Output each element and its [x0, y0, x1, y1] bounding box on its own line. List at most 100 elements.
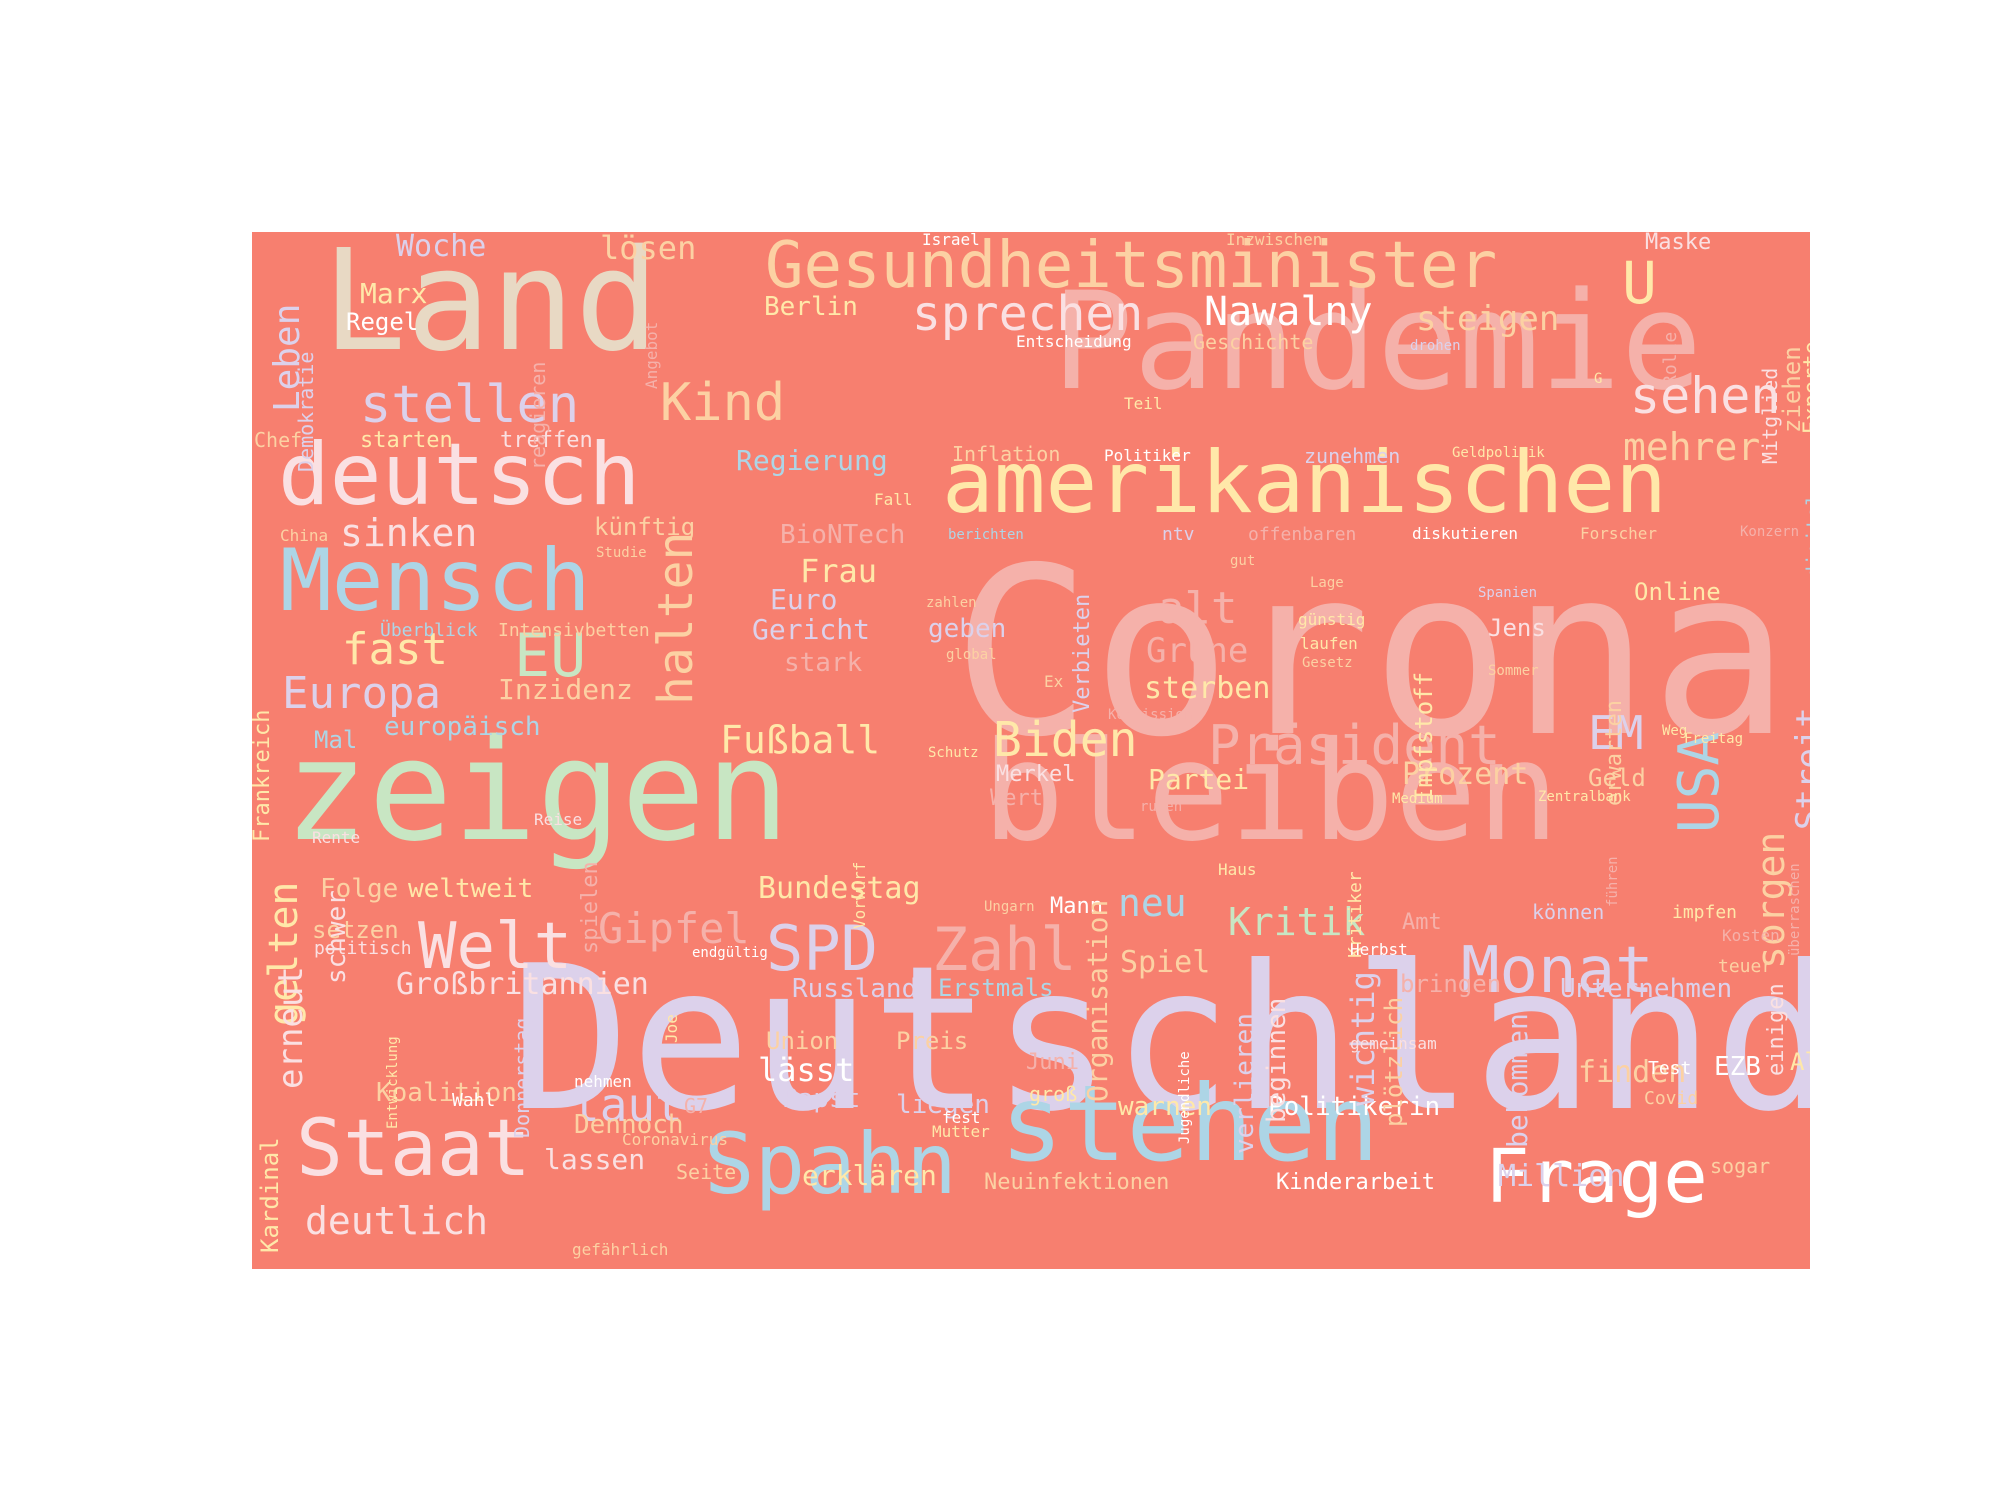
word-cloud-word: digital	[1802, 493, 1810, 578]
word-cloud-word: Woche	[396, 232, 487, 264]
word-cloud-word: Frankreich	[252, 709, 275, 842]
word-cloud-word: erklären	[802, 1159, 937, 1192]
word-cloud-word: Ex	[1044, 672, 1064, 691]
word-cloud-word: Geschichte	[1193, 330, 1314, 354]
word-cloud-word: Online	[1634, 578, 1721, 606]
word-cloud-word: G7	[684, 1094, 709, 1118]
word-cloud-word: erneut	[271, 966, 311, 1090]
word-cloud-word: günstig	[1298, 610, 1366, 629]
word-cloud-word: lösen	[600, 232, 697, 267]
word-cloud-word: sogar	[1710, 1154, 1771, 1178]
word-cloud-word: Entscheidung	[1016, 332, 1132, 351]
word-cloud-word: Inzwischen	[1226, 232, 1323, 249]
word-cloud-word: Kosten	[1722, 926, 1780, 945]
word-cloud-word: sinken	[340, 511, 478, 555]
word-cloud-word: Maske	[1645, 232, 1712, 255]
word-cloud-word: Demokratie	[294, 351, 318, 472]
word-cloud-word: Euro	[770, 583, 838, 616]
word-cloud-word: Inflation	[952, 442, 1061, 466]
word-cloud-word: Rente	[312, 828, 361, 847]
word-cloud-word: beginnen	[1262, 997, 1292, 1123]
word-cloud-word: Russland	[792, 974, 918, 1004]
word-cloud-word: lassen	[544, 1143, 646, 1176]
word-cloud-word: Seite	[676, 1160, 737, 1184]
word-cloud-word: schwer	[322, 889, 352, 984]
word-cloud-word: impfen	[1672, 902, 1738, 923]
word-cloud-word: Kommission	[1108, 707, 1193, 723]
word-cloud-word: Geldpolitik	[1452, 445, 1545, 461]
word-cloud-word: Schutz	[928, 745, 979, 761]
word-cloud-word: Merkel	[996, 762, 1076, 787]
word-cloud-word: Ungarn	[984, 899, 1035, 915]
word-cloud-word: Mutter	[932, 1122, 990, 1141]
word-cloud-word: Entwicklung	[385, 1036, 401, 1130]
word-cloud-word: Grüne	[1146, 631, 1249, 671]
word-cloud-word: Covid	[1644, 1088, 1699, 1109]
word-cloud-word: Organisation	[1081, 899, 1114, 1102]
word-cloud-word: Konzern	[1740, 524, 1800, 540]
word-cloud-word: Partei	[1148, 763, 1250, 796]
word-cloud: Corona Deutschland Pandemie bleiben zeigen La…	[252, 232, 1810, 1269]
word-cloud-word: Papst	[782, 1084, 861, 1114]
word-cloud-word: bekommen	[1501, 1013, 1534, 1149]
word-cloud-word: Gesetz	[1302, 655, 1353, 671]
word-cloud-word: Coronavirus	[622, 1130, 728, 1149]
word-cloud-word: Wahl	[452, 1090, 496, 1111]
word-cloud-word: Test	[1648, 1058, 1692, 1079]
word-cloud-word: Experte	[1800, 341, 1810, 435]
word-cloud-word: Inzidenz	[498, 673, 633, 706]
word-cloud-word: Israel	[922, 232, 980, 249]
word-cloud-word: Gericht	[752, 613, 871, 646]
word-cloud-word: Haus	[1218, 860, 1257, 879]
word-cloud-word: ntv	[1162, 524, 1195, 545]
word-cloud-word: mehrer	[1623, 425, 1761, 469]
word-cloud-word: Mitglied	[1758, 367, 1782, 464]
word-cloud-word: sterben	[1144, 671, 1271, 706]
word-cloud-word: künftig	[594, 513, 696, 541]
word-cloud-word: teuer	[1718, 956, 1773, 977]
word-cloud-word: Wert	[990, 786, 1043, 811]
word-cloud-word: Medium	[1392, 791, 1443, 807]
word-cloud-word: halten	[648, 531, 704, 705]
word-cloud-word: Forscher	[1580, 524, 1658, 543]
word-cloud-word: Spanien	[1478, 585, 1538, 601]
word-cloud-word: Biden	[993, 712, 1138, 768]
word-cloud-word: Europa	[282, 668, 441, 719]
word-cloud-word: alt	[1158, 583, 1238, 634]
word-cloud-word: stark	[784, 648, 863, 678]
word-cloud-word: Kind	[660, 373, 786, 433]
word-cloud-word: offenbaren	[1248, 524, 1357, 545]
word-cloud-word: Staat	[296, 1104, 531, 1194]
word-cloud-word: Angebot	[642, 321, 661, 390]
word-cloud-word: U	[1622, 249, 1657, 317]
word-cloud-word: Kinderarbeit	[1276, 1170, 1435, 1195]
word-cloud-word: Amt	[1402, 910, 1442, 935]
word-cloud-word: Sommer	[1488, 663, 1539, 679]
word-cloud-word: Regierung	[736, 444, 888, 477]
word-cloud-word: laufen	[1300, 634, 1358, 653]
word-cloud-word: Jens	[1488, 614, 1546, 642]
word-cloud-word: Fall	[874, 490, 913, 509]
word-cloud-word: einigen	[1764, 983, 1789, 1077]
word-cloud-word: Mal	[314, 726, 358, 754]
word-cloud-word: gemeinsam	[1350, 1034, 1437, 1053]
word-cloud-word: Studie	[596, 545, 647, 561]
word-cloud-word: zahlen	[926, 595, 977, 611]
word-cloud-word: Reise	[534, 810, 583, 829]
word-cloud-word: plötzlich	[1380, 996, 1408, 1127]
word-cloud-word: Freitag	[1684, 731, 1744, 747]
word-cloud-word: Juni	[1026, 1050, 1079, 1075]
word-cloud-word: spielen	[578, 861, 603, 955]
word-cloud-word: Erstmals	[938, 974, 1054, 1002]
word-cloud-word: Union	[766, 1027, 839, 1055]
word-cloud-word: EZB	[1714, 1052, 1761, 1082]
word-cloud-word: Unternehmen	[1560, 974, 1733, 1004]
word-cloud-word: lässt	[758, 1051, 855, 1089]
word-cloud-word: Teil	[1124, 394, 1163, 413]
word-cloud-word: starten	[360, 428, 453, 453]
word-cloud-word: Zentralbank	[1538, 789, 1631, 805]
word-cloud-word: endgültig	[692, 945, 768, 961]
word-cloud-word: bringen	[1400, 970, 1502, 998]
word-cloud-word: Intensivbetten	[498, 620, 650, 641]
word-cloud-word: Zahl	[932, 915, 1077, 985]
